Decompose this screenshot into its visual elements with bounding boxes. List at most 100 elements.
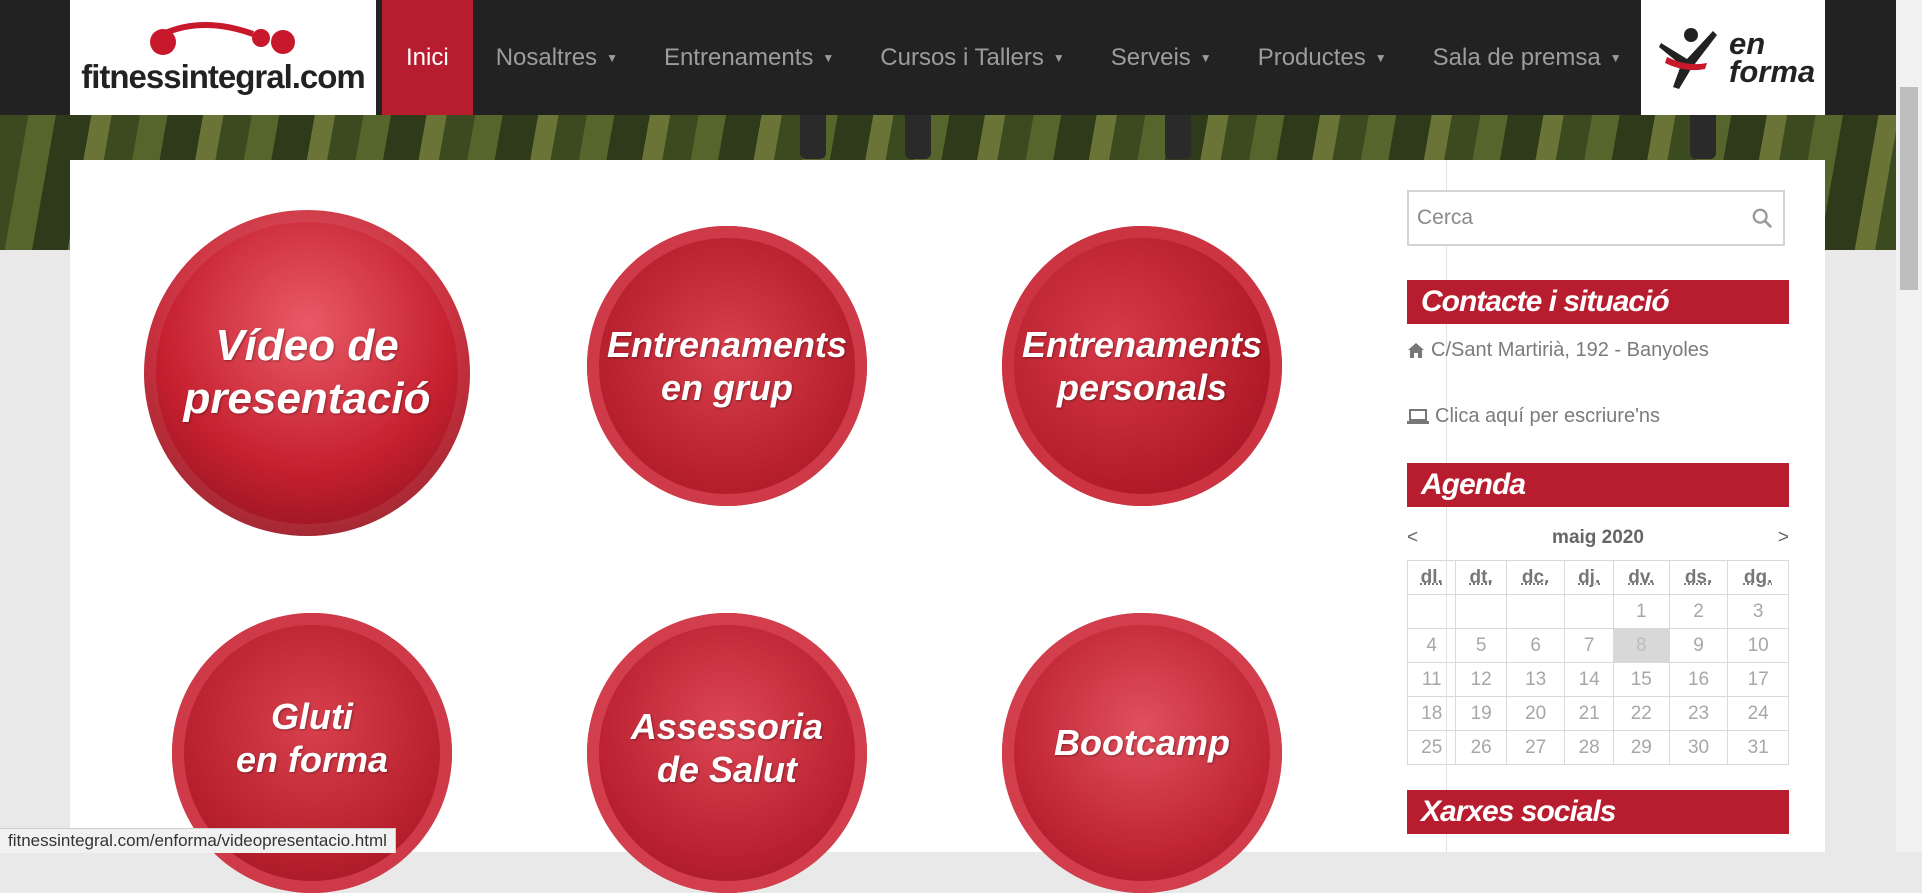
calendar-day[interactable]: 14: [1564, 662, 1614, 697]
nav-item-label: Nosaltres: [495, 43, 598, 71]
calendar-table: dl. dt. dc. dj. dv. ds. dg. 1 2 3 4 5 6 7 8 9 10 1…: [1406, 560, 1789, 765]
calendar-day[interactable]: 9: [1668, 628, 1729, 663]
contact-widget-title: Contacte i situació: [1407, 280, 1789, 324]
calendar-day[interactable]: 18: [1406, 696, 1457, 731]
calendar-day[interactable]: 24: [1727, 696, 1789, 731]
calendar-day[interactable]: 29: [1612, 730, 1670, 765]
weekday-header: dv.: [1612, 560, 1670, 595]
calendar-week-row: 11 12 13 14 15 16 17: [1406, 662, 1789, 697]
caret-down-icon: ▼: [822, 50, 835, 65]
runner-figure: [905, 115, 931, 159]
calendar-day[interactable]: 21: [1564, 696, 1614, 731]
main-menu: Inici Nosaltres ▼ Entrenaments ▼ Cursos i …: [382, 0, 1645, 115]
nav-item-cursos-i-tallers[interactable]: Cursos i Tallers ▼: [857, 0, 1088, 115]
calendar-day[interactable]: 16: [1668, 662, 1729, 697]
calendar-week-row: 18 19 20 21 22 23 24: [1406, 696, 1789, 731]
calendar-day[interactable]: 10: [1727, 628, 1789, 663]
write-to-us-link[interactable]: Clica aquí per escriure'ns: [1407, 405, 1660, 428]
calendar-day[interactable]: 13: [1505, 662, 1566, 697]
tile-entrenaments-personals[interactable]: Entrenaments personals: [1002, 226, 1282, 506]
nav-item-label: Productes: [1257, 43, 1366, 71]
page-scrollbar[interactable]: [1896, 0, 1922, 852]
calendar-day[interactable]: 28: [1564, 730, 1614, 765]
weekday-header: dj.: [1564, 560, 1614, 595]
calendar-empty-cell: [1564, 594, 1614, 629]
calendar-week-row: 25 26 27 28 29 30 31: [1406, 730, 1789, 765]
weekday-header: dc.: [1505, 560, 1566, 595]
status-bar-url: fitnessintegral.com/enforma/videopresent…: [0, 828, 396, 853]
calendar-day[interactable]: 2: [1668, 594, 1729, 629]
nav-item-serveis[interactable]: Serveis ▼: [1088, 0, 1235, 115]
logo-mark-icon: [150, 21, 295, 55]
calendar-day[interactable]: 1: [1612, 594, 1670, 629]
search-icon[interactable]: [1751, 207, 1773, 229]
social-widget-title: Xarxes socials: [1407, 790, 1789, 834]
calendar-day[interactable]: 3: [1727, 594, 1789, 629]
address-line: C/Sant Martirià, 192 - Banyoles: [1407, 339, 1709, 362]
calendar-empty-cell: [1455, 594, 1507, 629]
tile-bootcamp[interactable]: Bootcamp: [1002, 613, 1282, 893]
tile-assessoria-de-salut[interactable]: Assessoria de Salut: [587, 613, 867, 893]
enforma-logo[interactable]: en forma: [1641, 0, 1825, 115]
agenda-widget-title: Agenda: [1407, 463, 1789, 507]
nav-item-entrenaments[interactable]: Entrenaments ▼: [641, 0, 857, 115]
calendar-empty-cell: [1406, 594, 1457, 629]
calendar-day[interactable]: 20: [1505, 696, 1566, 731]
calendar-day[interactable]: 12: [1455, 662, 1507, 697]
write-to-us-text[interactable]: Clica aquí per escriure'ns: [1435, 405, 1660, 428]
calendar-weekday-row: dl. dt. dc. dj. dv. ds. dg.: [1406, 560, 1789, 595]
weekday-header: ds.: [1668, 560, 1729, 595]
runner-figure: [1165, 115, 1191, 159]
runner-figure: [1690, 115, 1716, 159]
calendar-day[interactable]: 4: [1406, 628, 1457, 663]
nav-item-label: Entrenaments: [663, 43, 814, 71]
enforma-logo-text: en forma: [1729, 25, 1816, 89]
tile-label: Assessoria de Salut: [630, 705, 824, 790]
calendar-body: 1 2 3 4 5 6 7 8 9 10 11 12 13 14 15 16 17 18 19 20 21 22 23 24 2…: [1406, 594, 1789, 765]
home-icon: [1408, 343, 1424, 358]
calendar-day[interactable]: 30: [1668, 730, 1729, 765]
top-navbar: fitnessintegral.com Inici Nosaltres ▼ Ent…: [0, 0, 1896, 115]
calendar-day[interactable]: 31: [1727, 730, 1789, 765]
weekday-header: dt.: [1455, 560, 1507, 595]
calendar-next-button[interactable]: >: [1778, 527, 1789, 549]
runner-figure: [800, 115, 826, 159]
calendar-day[interactable]: 19: [1455, 696, 1507, 731]
calendar-day[interactable]: 8: [1612, 628, 1670, 663]
nav-item-label: Cursos i Tallers: [880, 43, 1044, 71]
calendar-week-row: 4 5 6 7 8 9 10: [1406, 628, 1789, 663]
search-box[interactable]: [1407, 190, 1785, 246]
logo-text: fitnessintegral.com: [81, 57, 366, 95]
site-logo[interactable]: fitnessintegral.com: [70, 0, 376, 115]
calendar-day[interactable]: 5: [1455, 628, 1507, 663]
weekday-header: dg.: [1727, 560, 1789, 595]
tile-label: Vídeo de presentació: [183, 321, 431, 423]
calendar-day[interactable]: 23: [1668, 696, 1729, 731]
tile-label: Entrenaments personals: [1021, 323, 1263, 408]
nav-item-nosaltres[interactable]: Nosaltres ▼: [473, 0, 641, 115]
tile-entrenaments-en-grup[interactable]: Entrenaments en grup: [587, 226, 867, 506]
nav-item-sala-de-premsa[interactable]: Sala de premsa ▼: [1410, 0, 1645, 115]
calendar-day[interactable]: 17: [1727, 662, 1789, 697]
calendar-day[interactable]: 26: [1455, 730, 1507, 765]
nav-item-label: Inici: [406, 43, 449, 71]
tile-label: Entrenaments en grup: [606, 323, 848, 408]
nav-item-inici[interactable]: Inici: [382, 0, 473, 115]
enforma-figure-icon: [1659, 27, 1717, 89]
scrollbar-thumb[interactable]: [1900, 87, 1918, 290]
search-input[interactable]: [1409, 192, 1745, 244]
calendar-day[interactable]: 22: [1612, 696, 1670, 731]
calendar-day[interactable]: 25: [1406, 730, 1457, 765]
calendar-day[interactable]: 7: [1564, 628, 1614, 663]
address-text: C/Sant Martirià, 192 - Banyoles: [1431, 339, 1709, 361]
tile-video-presentacio[interactable]: Vídeo de presentació: [144, 210, 470, 536]
calendar-day[interactable]: 11: [1406, 662, 1457, 697]
calendar-day[interactable]: 27: [1505, 730, 1566, 765]
nav-item-label: Sala de premsa: [1432, 43, 1601, 71]
calendar-day[interactable]: 6: [1505, 628, 1566, 663]
laptop-icon: [1407, 408, 1429, 424]
nav-item-productes[interactable]: Productes ▼: [1235, 0, 1410, 115]
calendar-day[interactable]: 15: [1612, 662, 1670, 697]
caret-down-icon: ▼: [1052, 50, 1065, 65]
caret-down-icon: ▼: [1609, 50, 1622, 65]
